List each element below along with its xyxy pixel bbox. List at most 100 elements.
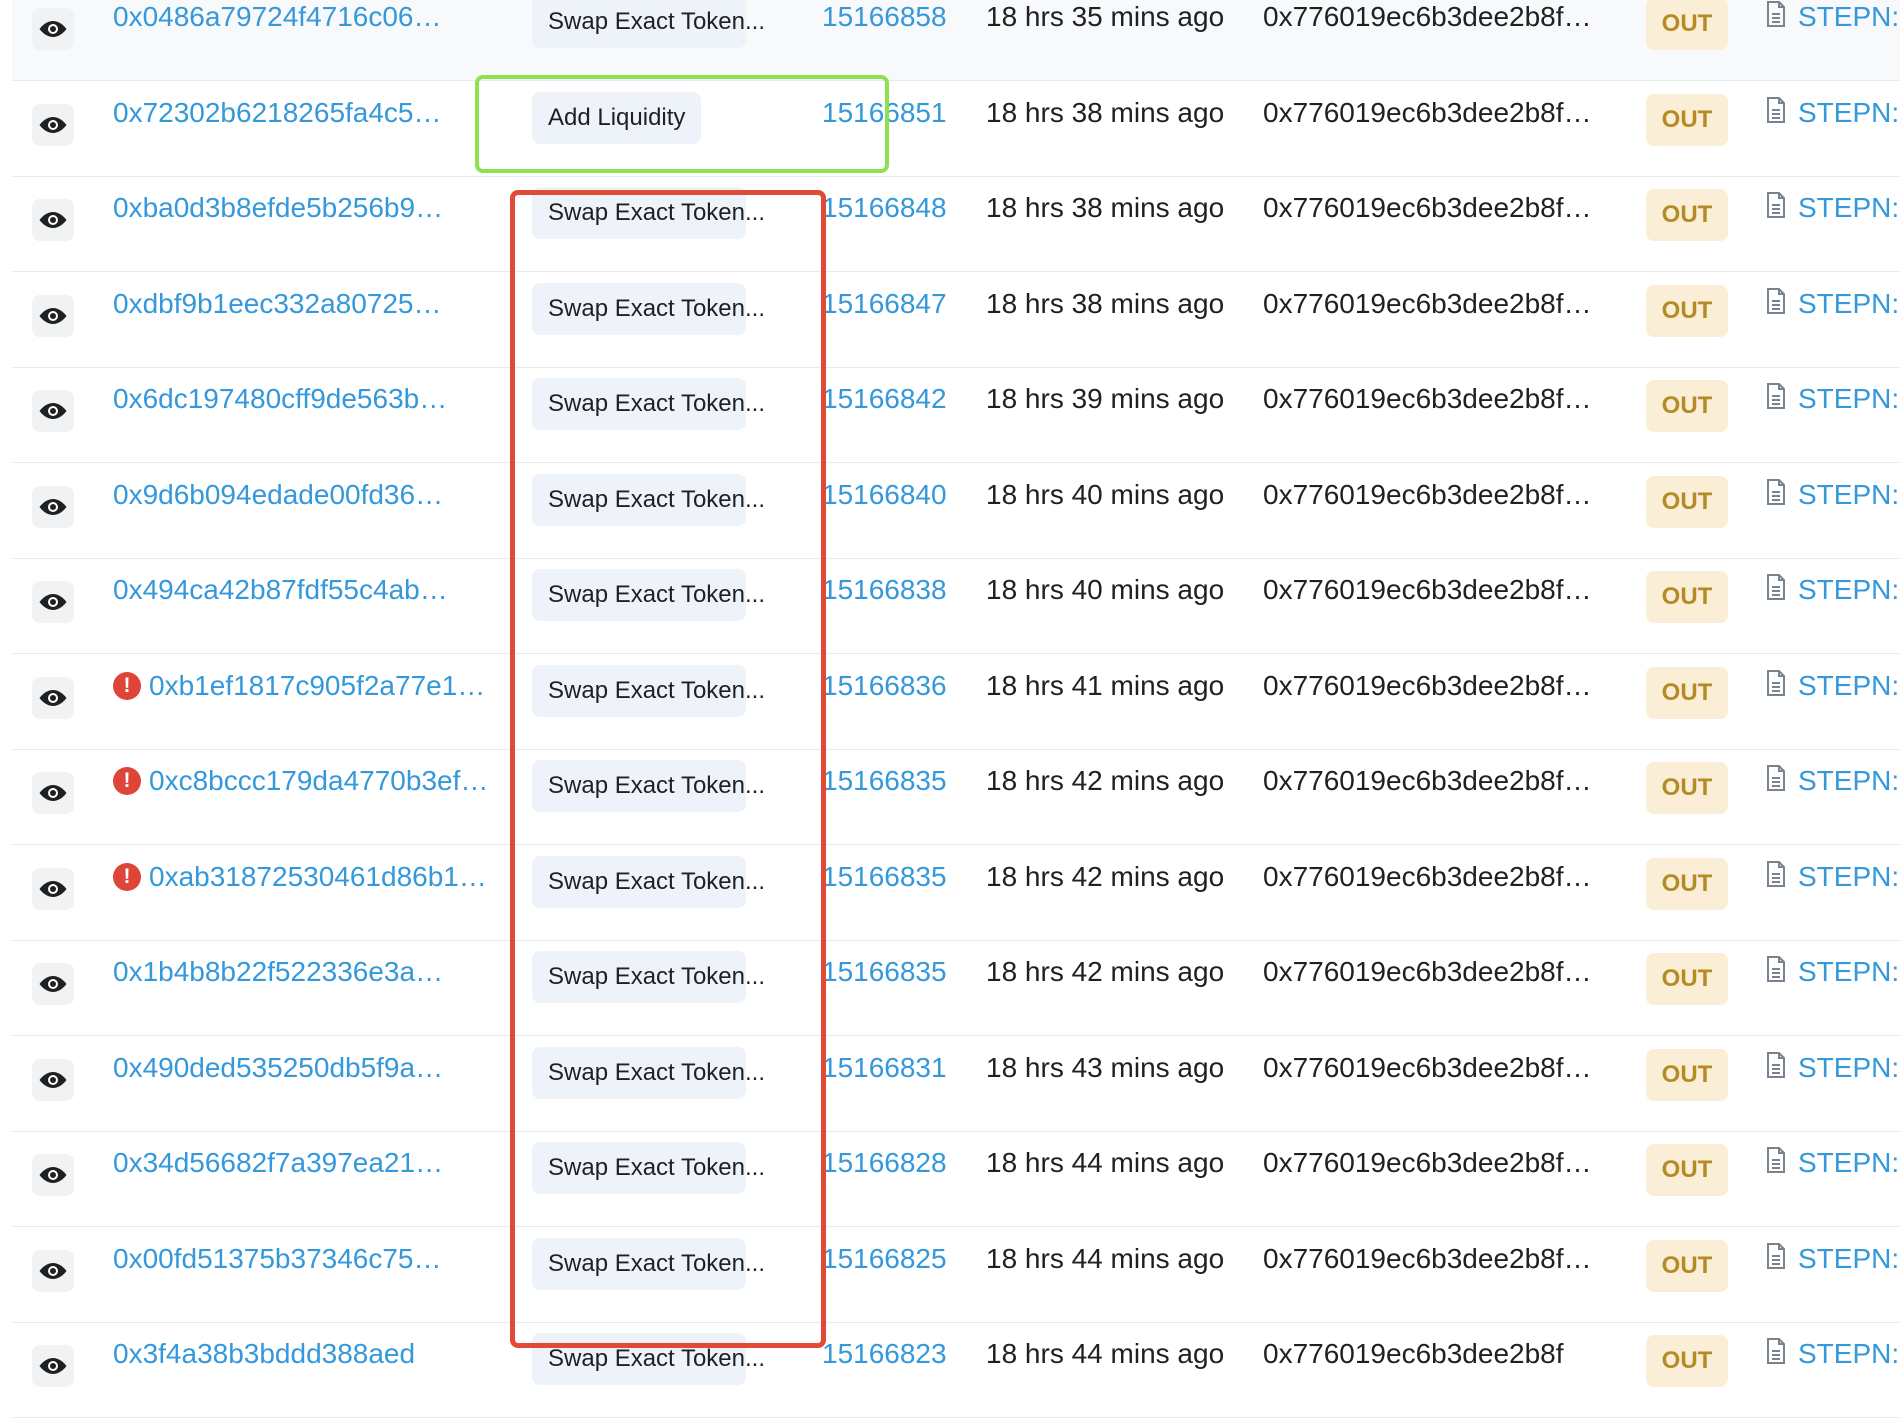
txn-hash-link[interactable]: 0xdbf9b1eec332a80725… (113, 273, 442, 368)
block-link[interactable]: 15166823 (822, 1323, 947, 1418)
block-link[interactable]: 15166848 (822, 177, 947, 272)
view-details-button[interactable] (32, 294, 74, 337)
txn-age: 18 hrs 41 mins ago (986, 669, 1225, 701)
to-contract-link[interactable]: STEPN: (1798, 273, 1899, 368)
view-details-button[interactable] (32, 1345, 74, 1387)
view-details-button[interactable] (32, 772, 74, 814)
block-link[interactable]: 15166835 (822, 846, 947, 941)
block-link[interactable]: 15166847 (822, 273, 947, 368)
table-row: 0x0486a79724f4716c06… Swap Exact Token..… (12, 0, 1900, 81)
txn-hash-link[interactable]: 0xba0d3b8efde5b256b9… (113, 177, 443, 272)
direction-badge: OUT (1646, 0, 1728, 50)
view-details-button[interactable] (32, 485, 74, 528)
to-contract-link[interactable]: STEPN: (1798, 1132, 1899, 1227)
direction-badge: OUT (1646, 93, 1728, 146)
direction-badge: OUT (1646, 380, 1728, 432)
txn-age: 18 hrs 40 mins ago (986, 478, 1225, 510)
txn-hash-link[interactable]: 0x72302b6218265fa4c5… (113, 82, 442, 177)
txn-hash-link[interactable]: 0x00fd51375b37346c75… (113, 1228, 442, 1323)
from-address: 0x776019ec6b3dee2b8f… (1263, 1242, 1592, 1274)
block-link[interactable]: 15166838 (822, 559, 947, 654)
direction-badge: OUT (1646, 1335, 1728, 1387)
eye-icon (39, 212, 67, 228)
eye-icon (39, 498, 67, 515)
to-contract-link[interactable]: STEPN: (1798, 1037, 1899, 1132)
txn-hash-link[interactable]: 0xb1ef1817c905f2a77e1… (149, 655, 485, 750)
txn-hash-link[interactable]: 0x494ca42b87fdf55c4ab… (113, 559, 448, 654)
document-icon (1766, 1, 1786, 27)
txn-age: 18 hrs 38 mins ago (986, 287, 1225, 319)
block-link[interactable]: 15166842 (822, 368, 947, 463)
txn-age: 18 hrs 35 mins ago (986, 1, 1225, 32)
to-contract-link[interactable]: STEPN: (1798, 368, 1899, 463)
view-details-button[interactable] (32, 676, 74, 719)
block-link[interactable]: 15166840 (822, 464, 947, 559)
block-link[interactable]: 15166835 (822, 750, 947, 845)
to-contract-link[interactable]: STEPN: (1798, 655, 1899, 750)
to-contract-link[interactable]: STEPN: (1798, 177, 1899, 272)
view-details-button[interactable] (32, 963, 74, 1005)
txn-age: 18 hrs 44 mins ago (986, 1147, 1225, 1178)
from-address: 0x776019ec6b3dee2b8f… (1263, 192, 1592, 223)
block-link[interactable]: 15166831 (822, 1037, 947, 1132)
view-details-button[interactable] (32, 1249, 74, 1292)
table-row: 0x6dc197480cff9de563b… Swap Exact Token.… (12, 368, 1900, 463)
txn-hash-link[interactable]: 0x3f4a38b3bddd388aed (113, 1323, 415, 1418)
document-icon (1766, 1051, 1786, 1078)
view-details-button[interactable] (32, 1154, 74, 1196)
to-contract-link[interactable]: STEPN: (1798, 750, 1899, 845)
txn-hash-link[interactable]: 0x34d56682f7a397ea21… (113, 1132, 443, 1227)
table-row: 0x494ca42b87fdf55c4ab… Swap Exact Token.… (12, 559, 1900, 654)
from-address: 0x776019ec6b3dee2b8f (1263, 1338, 1564, 1369)
view-details-button[interactable] (32, 867, 74, 910)
table-row: 0x490ded535250db5f9a… Swap Exact Token..… (12, 1037, 1900, 1132)
txn-hash-link[interactable]: 0xab31872530461d86b1… (149, 846, 487, 941)
view-details-button[interactable] (32, 103, 74, 146)
txn-hash-link[interactable]: 0x0486a79724f4716c06… (113, 0, 442, 81)
to-contract-link[interactable]: STEPN: (1798, 82, 1899, 177)
txn-hash-link[interactable]: 0x490ded535250db5f9a… (113, 1037, 443, 1132)
eye-icon (39, 880, 67, 897)
txn-hash-link[interactable]: 0x9d6b094edade00fd36… (113, 464, 443, 559)
view-details-button[interactable] (32, 1058, 74, 1101)
block-link[interactable]: 15166828 (822, 1132, 947, 1227)
to-contract-link[interactable]: STEPN: (1798, 464, 1899, 559)
eye-icon (39, 594, 67, 610)
from-address: 0x776019ec6b3dee2b8f… (1263, 574, 1592, 605)
block-link[interactable]: 15166825 (822, 1228, 947, 1323)
direction-badge: OUT (1646, 953, 1728, 1005)
view-details-button[interactable] (32, 8, 74, 50)
block-link[interactable]: 15166836 (822, 655, 947, 750)
eye-icon (39, 1167, 67, 1183)
from-address: 0x776019ec6b3dee2b8f… (1263, 1, 1592, 32)
txn-hash-link[interactable]: 0x1b4b8b22f522336e3a… (113, 941, 443, 1036)
from-address: 0x776019ec6b3dee2b8f… (1263, 669, 1592, 701)
highlight-add-liquidity (475, 75, 889, 173)
view-details-button[interactable] (32, 390, 74, 432)
direction-badge: OUT (1646, 666, 1728, 719)
direction-badge: OUT (1646, 284, 1728, 337)
block-link[interactable]: 15166835 (822, 941, 947, 1036)
to-contract-link[interactable]: STEPN: (1798, 941, 1899, 1036)
to-contract-link[interactable]: STEPN: (1798, 846, 1899, 941)
to-contract-link[interactable]: STEPN: (1798, 559, 1899, 654)
direction-badge: OUT (1646, 1239, 1728, 1292)
txn-hash-link[interactable]: 0x6dc197480cff9de563b… (113, 368, 447, 463)
view-details-button[interactable] (32, 199, 74, 241)
document-icon (1766, 860, 1786, 887)
document-icon (1766, 669, 1786, 696)
eye-icon (39, 21, 67, 37)
block-link[interactable]: 15166858 (822, 0, 947, 81)
txn-age: 18 hrs 38 mins ago (986, 96, 1225, 128)
txn-age: 18 hrs 44 mins ago (986, 1338, 1225, 1369)
table-row: ! 0xb1ef1817c905f2a77e1… Swap Exact Toke… (12, 655, 1900, 750)
eye-icon (39, 403, 67, 419)
view-details-button[interactable] (32, 581, 74, 623)
eye-icon (39, 307, 67, 324)
direction-badge: OUT (1646, 571, 1728, 623)
to-contract-link[interactable]: STEPN: (1798, 1228, 1899, 1323)
txn-hash-link[interactable]: 0xc8bccc179da4770b3ef… (149, 750, 488, 845)
to-contract-link[interactable]: STEPN: (1798, 0, 1899, 81)
to-contract-link[interactable]: STEPN: (1798, 1323, 1899, 1418)
direction-badge: OUT (1646, 762, 1728, 814)
